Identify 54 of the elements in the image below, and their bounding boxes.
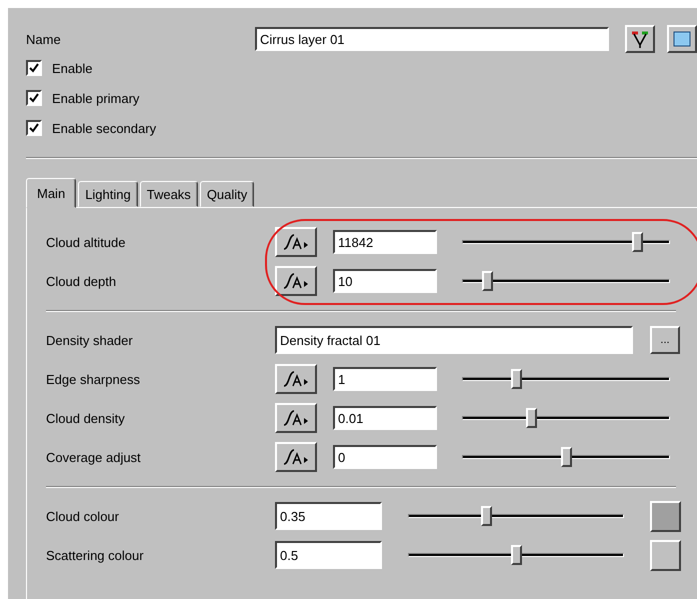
slider-track[interactable] bbox=[462, 232, 670, 252]
colour-swatch[interactable] bbox=[650, 540, 681, 570]
connector-icon bbox=[630, 29, 650, 49]
tab[interactable]: Main bbox=[26, 178, 76, 208]
field-label: Cloud density bbox=[46, 410, 126, 426]
slider-track[interactable] bbox=[408, 545, 624, 565]
slider-track[interactable] bbox=[408, 506, 624, 526]
field-label: Scattering colour bbox=[46, 548, 145, 562]
slider-thumb[interactable] bbox=[480, 506, 492, 526]
value-field[interactable]: 10 bbox=[333, 269, 437, 293]
slider-thumb[interactable] bbox=[561, 447, 572, 467]
preview-button[interactable] bbox=[667, 25, 697, 53]
name-label: Name bbox=[26, 32, 62, 46]
slider-track[interactable] bbox=[462, 447, 670, 467]
slider-track[interactable] bbox=[462, 271, 670, 291]
field-label: Edge sharpness bbox=[46, 372, 141, 386]
field-label: Cloud altitude bbox=[46, 234, 126, 250]
value-field[interactable]: 0 bbox=[333, 445, 437, 469]
slider-thumb[interactable] bbox=[526, 408, 537, 428]
checkbox-label: Enable secondary bbox=[52, 120, 156, 136]
slider-track[interactable] bbox=[462, 408, 670, 428]
animate-button[interactable] bbox=[275, 364, 317, 394]
checkbox[interactable] bbox=[26, 120, 42, 136]
tab[interactable]: Quality bbox=[200, 181, 254, 207]
value-field[interactable]: 0.5 bbox=[275, 541, 382, 569]
tab[interactable]: Lighting bbox=[78, 181, 138, 207]
checkbox[interactable] bbox=[26, 90, 42, 106]
field-label: Cloud depth bbox=[46, 274, 118, 288]
colour-swatch[interactable] bbox=[650, 500, 681, 532]
value-field[interactable]: 11842 bbox=[333, 230, 437, 254]
value-field[interactable]: 0.01 bbox=[333, 406, 437, 430]
checkbox-label: Enable primary bbox=[52, 90, 140, 106]
field-label: Coverage adjust bbox=[46, 450, 142, 464]
slider-thumb[interactable] bbox=[632, 232, 643, 252]
field-label: Cloud colour bbox=[46, 508, 120, 524]
value-field[interactable]: 1 bbox=[333, 367, 437, 391]
checkbox[interactable] bbox=[26, 60, 42, 76]
slider-thumb[interactable] bbox=[511, 369, 522, 389]
browse-button[interactable]: ... bbox=[650, 326, 680, 354]
slider-thumb[interactable] bbox=[511, 545, 522, 565]
slider-track[interactable] bbox=[462, 369, 670, 389]
value-field[interactable]: 0.35 bbox=[275, 502, 382, 530]
animate-button[interactable] bbox=[275, 266, 317, 296]
animate-button[interactable] bbox=[275, 442, 317, 472]
animate-button[interactable] bbox=[275, 403, 317, 433]
slider-thumb[interactable] bbox=[482, 271, 493, 291]
animate-button[interactable] bbox=[275, 227, 317, 257]
link-button[interactable] bbox=[625, 25, 656, 53]
window-icon bbox=[673, 31, 691, 47]
name-field[interactable]: Cirrus layer 01 bbox=[255, 27, 609, 51]
tab[interactable]: Tweaks bbox=[140, 181, 198, 207]
field-label: Density shader bbox=[46, 332, 134, 348]
checkbox-label: Enable bbox=[52, 60, 92, 76]
shader-field[interactable]: Density fractal 01 bbox=[275, 326, 633, 354]
